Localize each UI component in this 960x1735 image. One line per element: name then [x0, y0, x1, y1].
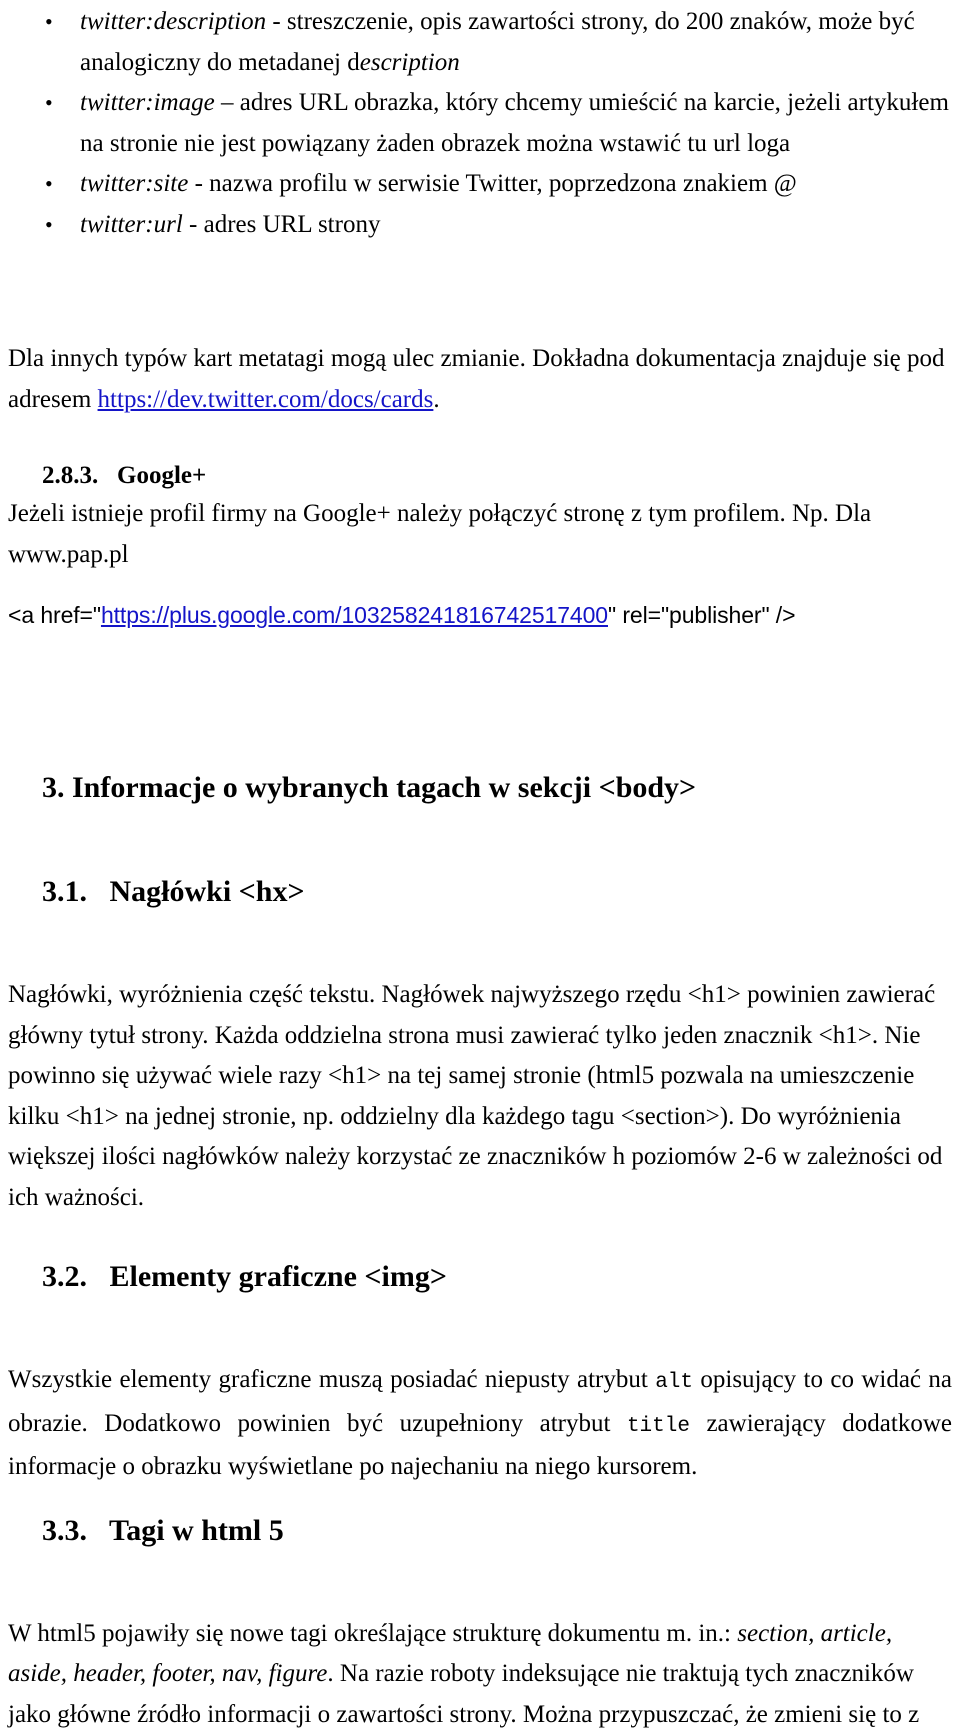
spacer — [8, 729, 952, 767]
code-attribute-alt: alt — [655, 1371, 693, 1394]
elementy-graficzne-paragraph: Wszystkie elementy graficzne muszą posia… — [8, 1360, 952, 1488]
spacer — [8, 243, 952, 339]
heading-number: 3.3. — [42, 1514, 87, 1547]
tagi-html5-paragraph: W html5 pojawiły się nowe tagi określają… — [8, 1614, 952, 1735]
paragraph-text-part-1: W html5 pojawiły się nowe tagi określają… — [8, 1620, 737, 1647]
cards-documentation-paragraph: Dla innych typów kart metatagi mogą ulec… — [8, 339, 952, 420]
spacer — [8, 1552, 952, 1614]
heading-2-8-3-google-plus: 2.8.3. Google+ — [8, 458, 952, 494]
spacer — [8, 420, 952, 458]
heading-title: Tagi w html 5 — [109, 1514, 284, 1547]
twitter-cards-docs-link[interactable]: https://dev.twitter.com/docs/cards — [98, 386, 434, 413]
heading-title: Google+ — [117, 462, 206, 489]
spacer — [8, 1488, 952, 1510]
heading-3-2-elementy-graficzne: 3.2. Elementy graficzne <img> — [8, 1256, 952, 1298]
bullet-description: - nazwa profilu w serwisie Twitter, popr… — [188, 170, 796, 197]
spacer — [8, 633, 952, 729]
naglowki-paragraph: Nagłówki, wyróżnienia część tekstu. Nagł… — [8, 975, 952, 1218]
heading-3-3-tagi-html5: 3.3. Tagi w html 5 — [8, 1510, 952, 1552]
spacer — [8, 913, 952, 975]
bullet-term: twitter:description — [80, 8, 266, 35]
heading-3-body-tags: 3. Informacje o wybranych tagach w sekcj… — [8, 767, 952, 809]
heading-number: 3.1. — [42, 875, 87, 908]
heading-3-1-naglowki: 3.1. Nagłówki <hx> — [8, 871, 952, 913]
google-plus-profile-link[interactable]: https://plus.google.com/1032582418167425… — [101, 602, 608, 628]
list-item: twitter:site - nazwa profilu w serwisie … — [8, 164, 952, 205]
list-item: twitter:image – adres URL obrazka, który… — [8, 83, 952, 164]
code-prefix: <a href=" — [8, 602, 101, 628]
spacer — [8, 1218, 952, 1256]
bullet-description-tail: escription — [360, 49, 460, 76]
google-plus-code-snippet: <a href="https://plus.google.com/1032582… — [8, 597, 952, 633]
code-attribute-title: title — [627, 1415, 690, 1438]
list-item: twitter:description - streszczenie, opis… — [8, 2, 952, 83]
bullet-term: twitter:site — [80, 170, 188, 197]
twitter-meta-bullet-list: twitter:description - streszczenie, opis… — [8, 2, 952, 245]
spacer — [8, 575, 952, 597]
heading-title: Elementy graficzne <img> — [110, 1260, 447, 1293]
document-page: twitter:description - streszczenie, opis… — [0, 0, 960, 1454]
code-suffix: " rel="publisher" /> — [608, 602, 795, 628]
bullet-description: - adres URL strony — [183, 211, 381, 238]
heading-number: 3. — [42, 771, 65, 804]
spacer — [8, 809, 952, 871]
bullet-term: twitter:url — [80, 211, 183, 238]
spacer — [8, 1298, 952, 1360]
heading-number: 3.2. — [42, 1260, 87, 1293]
list-item: twitter:url - adres URL strony — [8, 205, 952, 246]
heading-title: Nagłówki <hx> — [110, 875, 305, 908]
cards-paragraph-period: . — [433, 386, 439, 413]
google-plus-paragraph: Jeżeli istnieje profil firmy na Google+ … — [8, 494, 952, 575]
paragraph-text-part-1: Wszystkie elementy graficzne muszą posia… — [8, 1366, 655, 1393]
bullet-term: twitter:image — [80, 89, 215, 116]
heading-number: 2.8.3. — [42, 462, 98, 489]
heading-title: Informacje o wybranych tagach w sekcji <… — [72, 771, 696, 804]
